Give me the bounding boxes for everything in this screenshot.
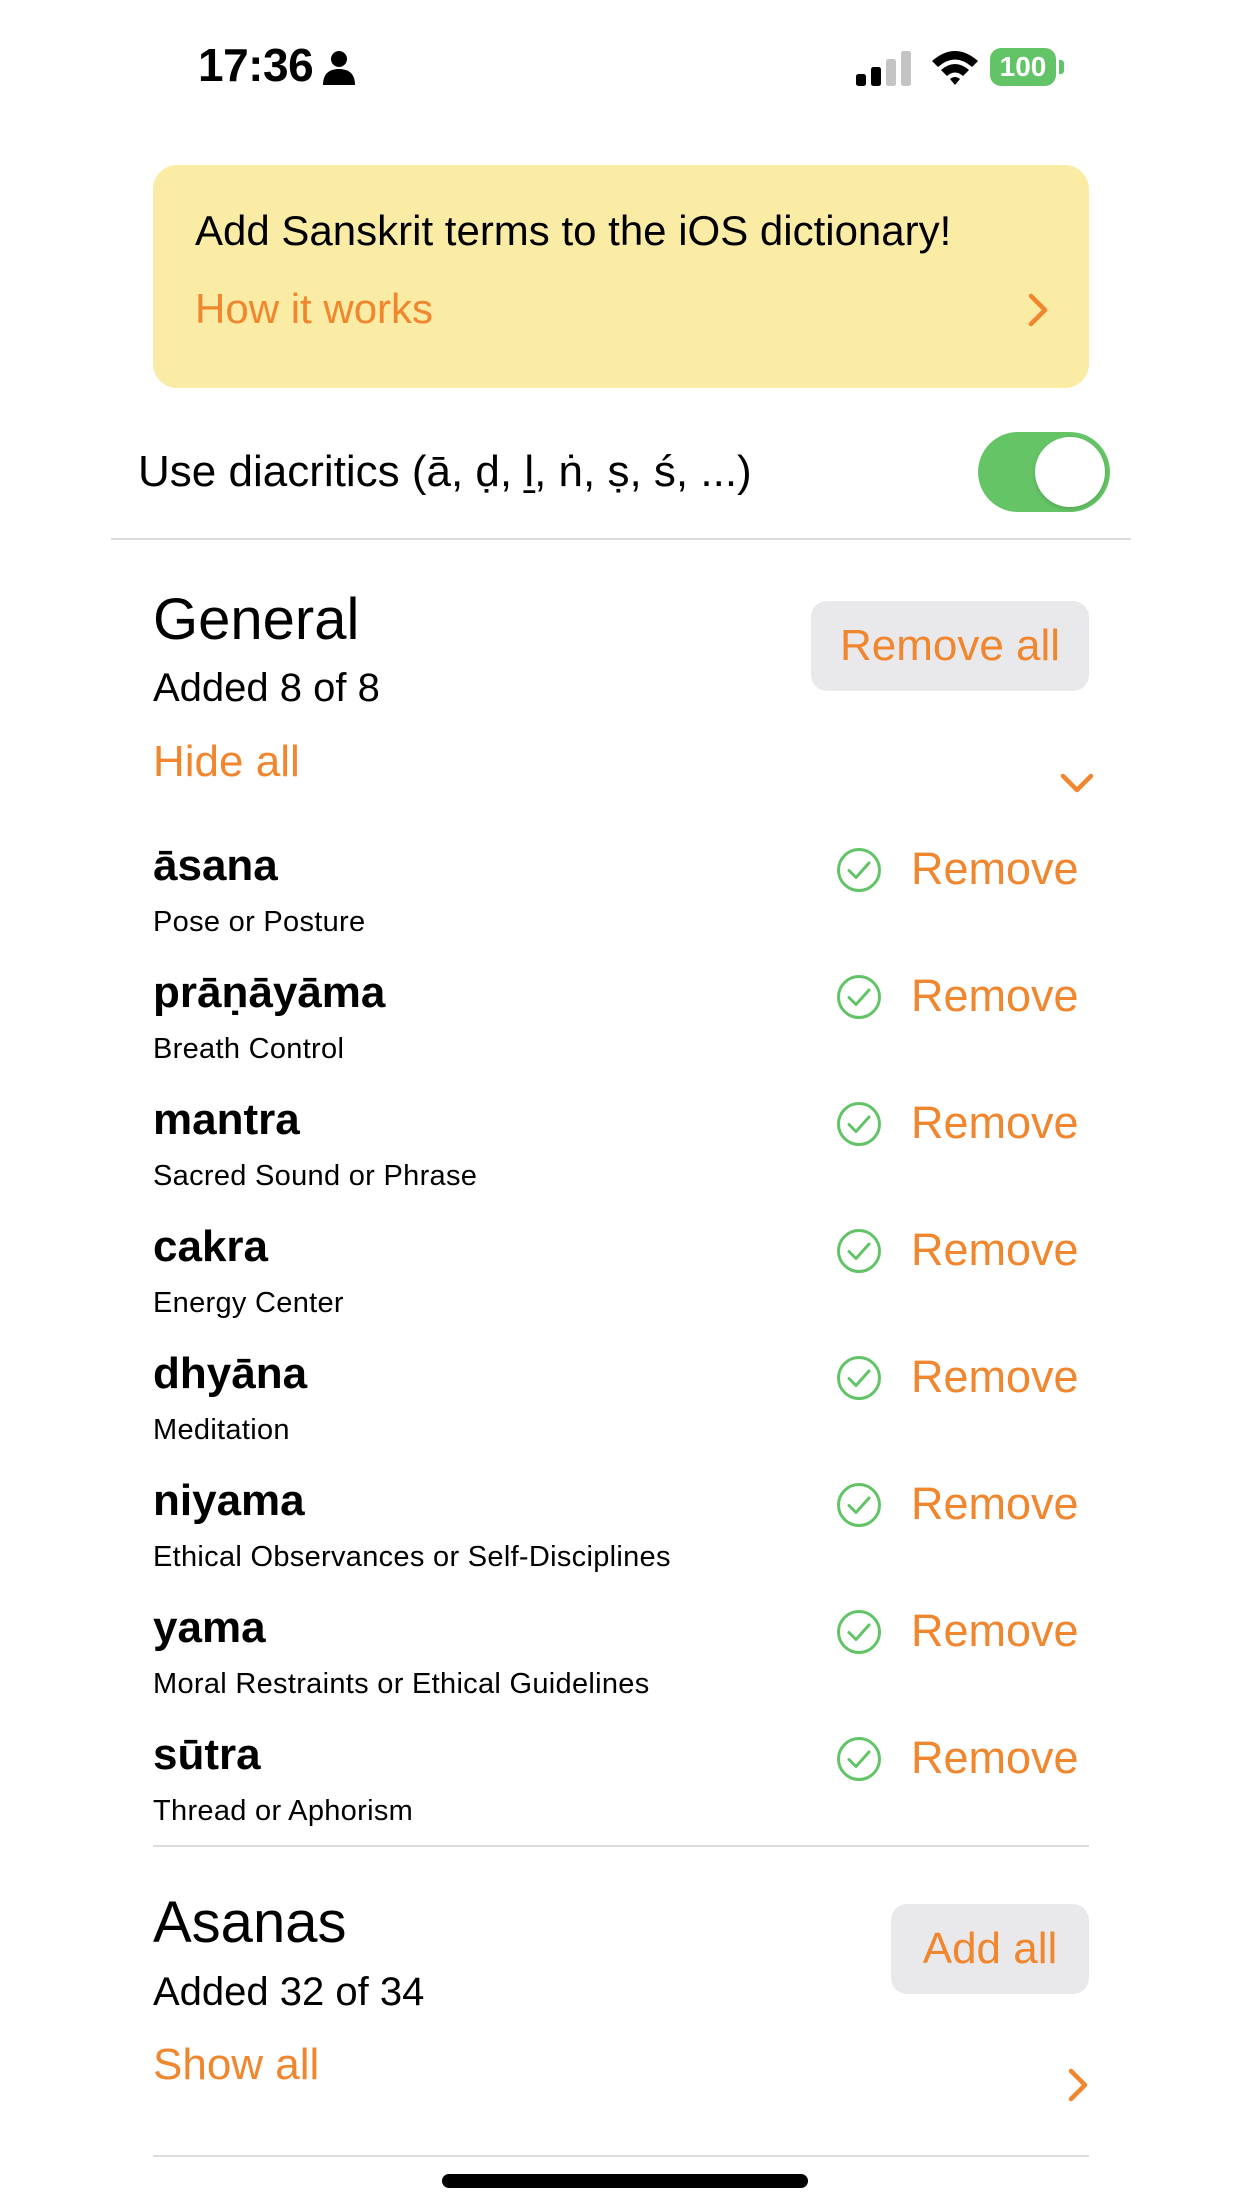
checkmark-circle-icon [837, 1102, 881, 1146]
divider [153, 1845, 1089, 1847]
term-meaning: Meditation [153, 1414, 290, 1446]
term-meaning: Ethical Observances or Self-Disciplines [153, 1541, 671, 1573]
term-row: niyama Ethical Observances or Self-Disci… [153, 1476, 1089, 1603]
remove-button[interactable]: Remove [911, 1097, 1079, 1149]
person-icon [323, 51, 355, 85]
term-meaning: Moral Restraints or Ethical Guidelines [153, 1668, 650, 1700]
checkmark-circle-icon [837, 1356, 881, 1400]
term-name: sūtra [153, 1730, 261, 1779]
diacritics-label: Use diacritics (ā, ḍ, ḻ, ṅ, ṣ, ś, ...) [138, 447, 752, 496]
battery-indicator: 100 [990, 48, 1056, 86]
term-name: cakra [153, 1222, 269, 1271]
term-row: sūtra Thread or Aphorism Remove [153, 1730, 1089, 1857]
term-meaning: Breath Control [153, 1033, 345, 1065]
remove-button[interactable]: Remove [911, 1224, 1079, 1276]
dictionary-banner: Add Sanskrit terms to the iOS dictionary… [153, 165, 1089, 388]
checkmark-circle-icon [837, 848, 881, 892]
term-row: yama Moral Restraints or Ethical Guideli… [153, 1603, 1089, 1730]
chevron-right-icon[interactable] [1067, 2068, 1089, 2102]
diacritics-toggle[interactable] [978, 432, 1110, 512]
term-name: yama [153, 1603, 266, 1652]
checkmark-circle-icon [837, 1483, 881, 1527]
checkmark-circle-icon [837, 1229, 881, 1273]
hide-all-link[interactable]: Hide all [153, 737, 300, 787]
section-title-general: General [153, 587, 360, 652]
chevron-down-icon[interactable] [1060, 772, 1094, 794]
divider [153, 2155, 1089, 2157]
term-row: prāṇāyāma Breath Control Remove [153, 968, 1089, 1095]
banner-title: Add Sanskrit terms to the iOS dictionary… [195, 207, 952, 254]
term-meaning: Energy Center [153, 1287, 344, 1319]
term-name: dhyāna [153, 1349, 308, 1398]
term-name: niyama [153, 1476, 305, 1525]
term-name: mantra [153, 1095, 300, 1144]
section-title-asanas: Asanas [153, 1890, 347, 1955]
remove-button[interactable]: Remove [911, 1351, 1079, 1403]
status-time: 17:36 [198, 39, 314, 91]
section-count-general: Added 8 of 8 [153, 666, 380, 710]
remove-button[interactable]: Remove [911, 1605, 1079, 1657]
term-row: āsana Pose or Posture Remove [153, 841, 1089, 968]
term-meaning: Thread or Aphorism [153, 1795, 414, 1827]
term-row: cakra Energy Center Remove [153, 1222, 1089, 1349]
show-all-link[interactable]: Show all [153, 2040, 319, 2090]
how-it-works-link[interactable]: How it works [195, 285, 433, 333]
remove-button[interactable]: Remove [911, 970, 1079, 1022]
remove-all-button[interactable]: Remove all [811, 601, 1089, 691]
term-meaning: Sacred Sound or Phrase [153, 1160, 478, 1192]
term-meaning: Pose or Posture [153, 906, 366, 938]
remove-button[interactable]: Remove [911, 1732, 1079, 1784]
term-row: mantra Sacred Sound or Phrase Remove [153, 1095, 1089, 1222]
cellular-signal-icon [856, 51, 911, 86]
checkmark-circle-icon [837, 1737, 881, 1781]
chevron-right-icon[interactable] [1027, 293, 1049, 327]
home-indicator [442, 2174, 808, 2188]
toggle-knob [1035, 437, 1105, 507]
divider [111, 538, 1131, 540]
wifi-icon [932, 51, 978, 85]
status-bar: 17:36 100 [0, 0, 1242, 130]
term-row: dhyāna Meditation Remove [153, 1349, 1089, 1476]
term-name: prāṇāyāma [153, 968, 386, 1017]
remove-button[interactable]: Remove [911, 1478, 1079, 1530]
checkmark-circle-icon [837, 1610, 881, 1654]
term-name: āsana [153, 841, 278, 890]
battery-tip [1059, 60, 1064, 74]
section-count-asanas: Added 32 of 34 [153, 1970, 425, 2014]
remove-button[interactable]: Remove [911, 843, 1079, 895]
checkmark-circle-icon [837, 975, 881, 1019]
add-all-button[interactable]: Add all [891, 1904, 1089, 1994]
